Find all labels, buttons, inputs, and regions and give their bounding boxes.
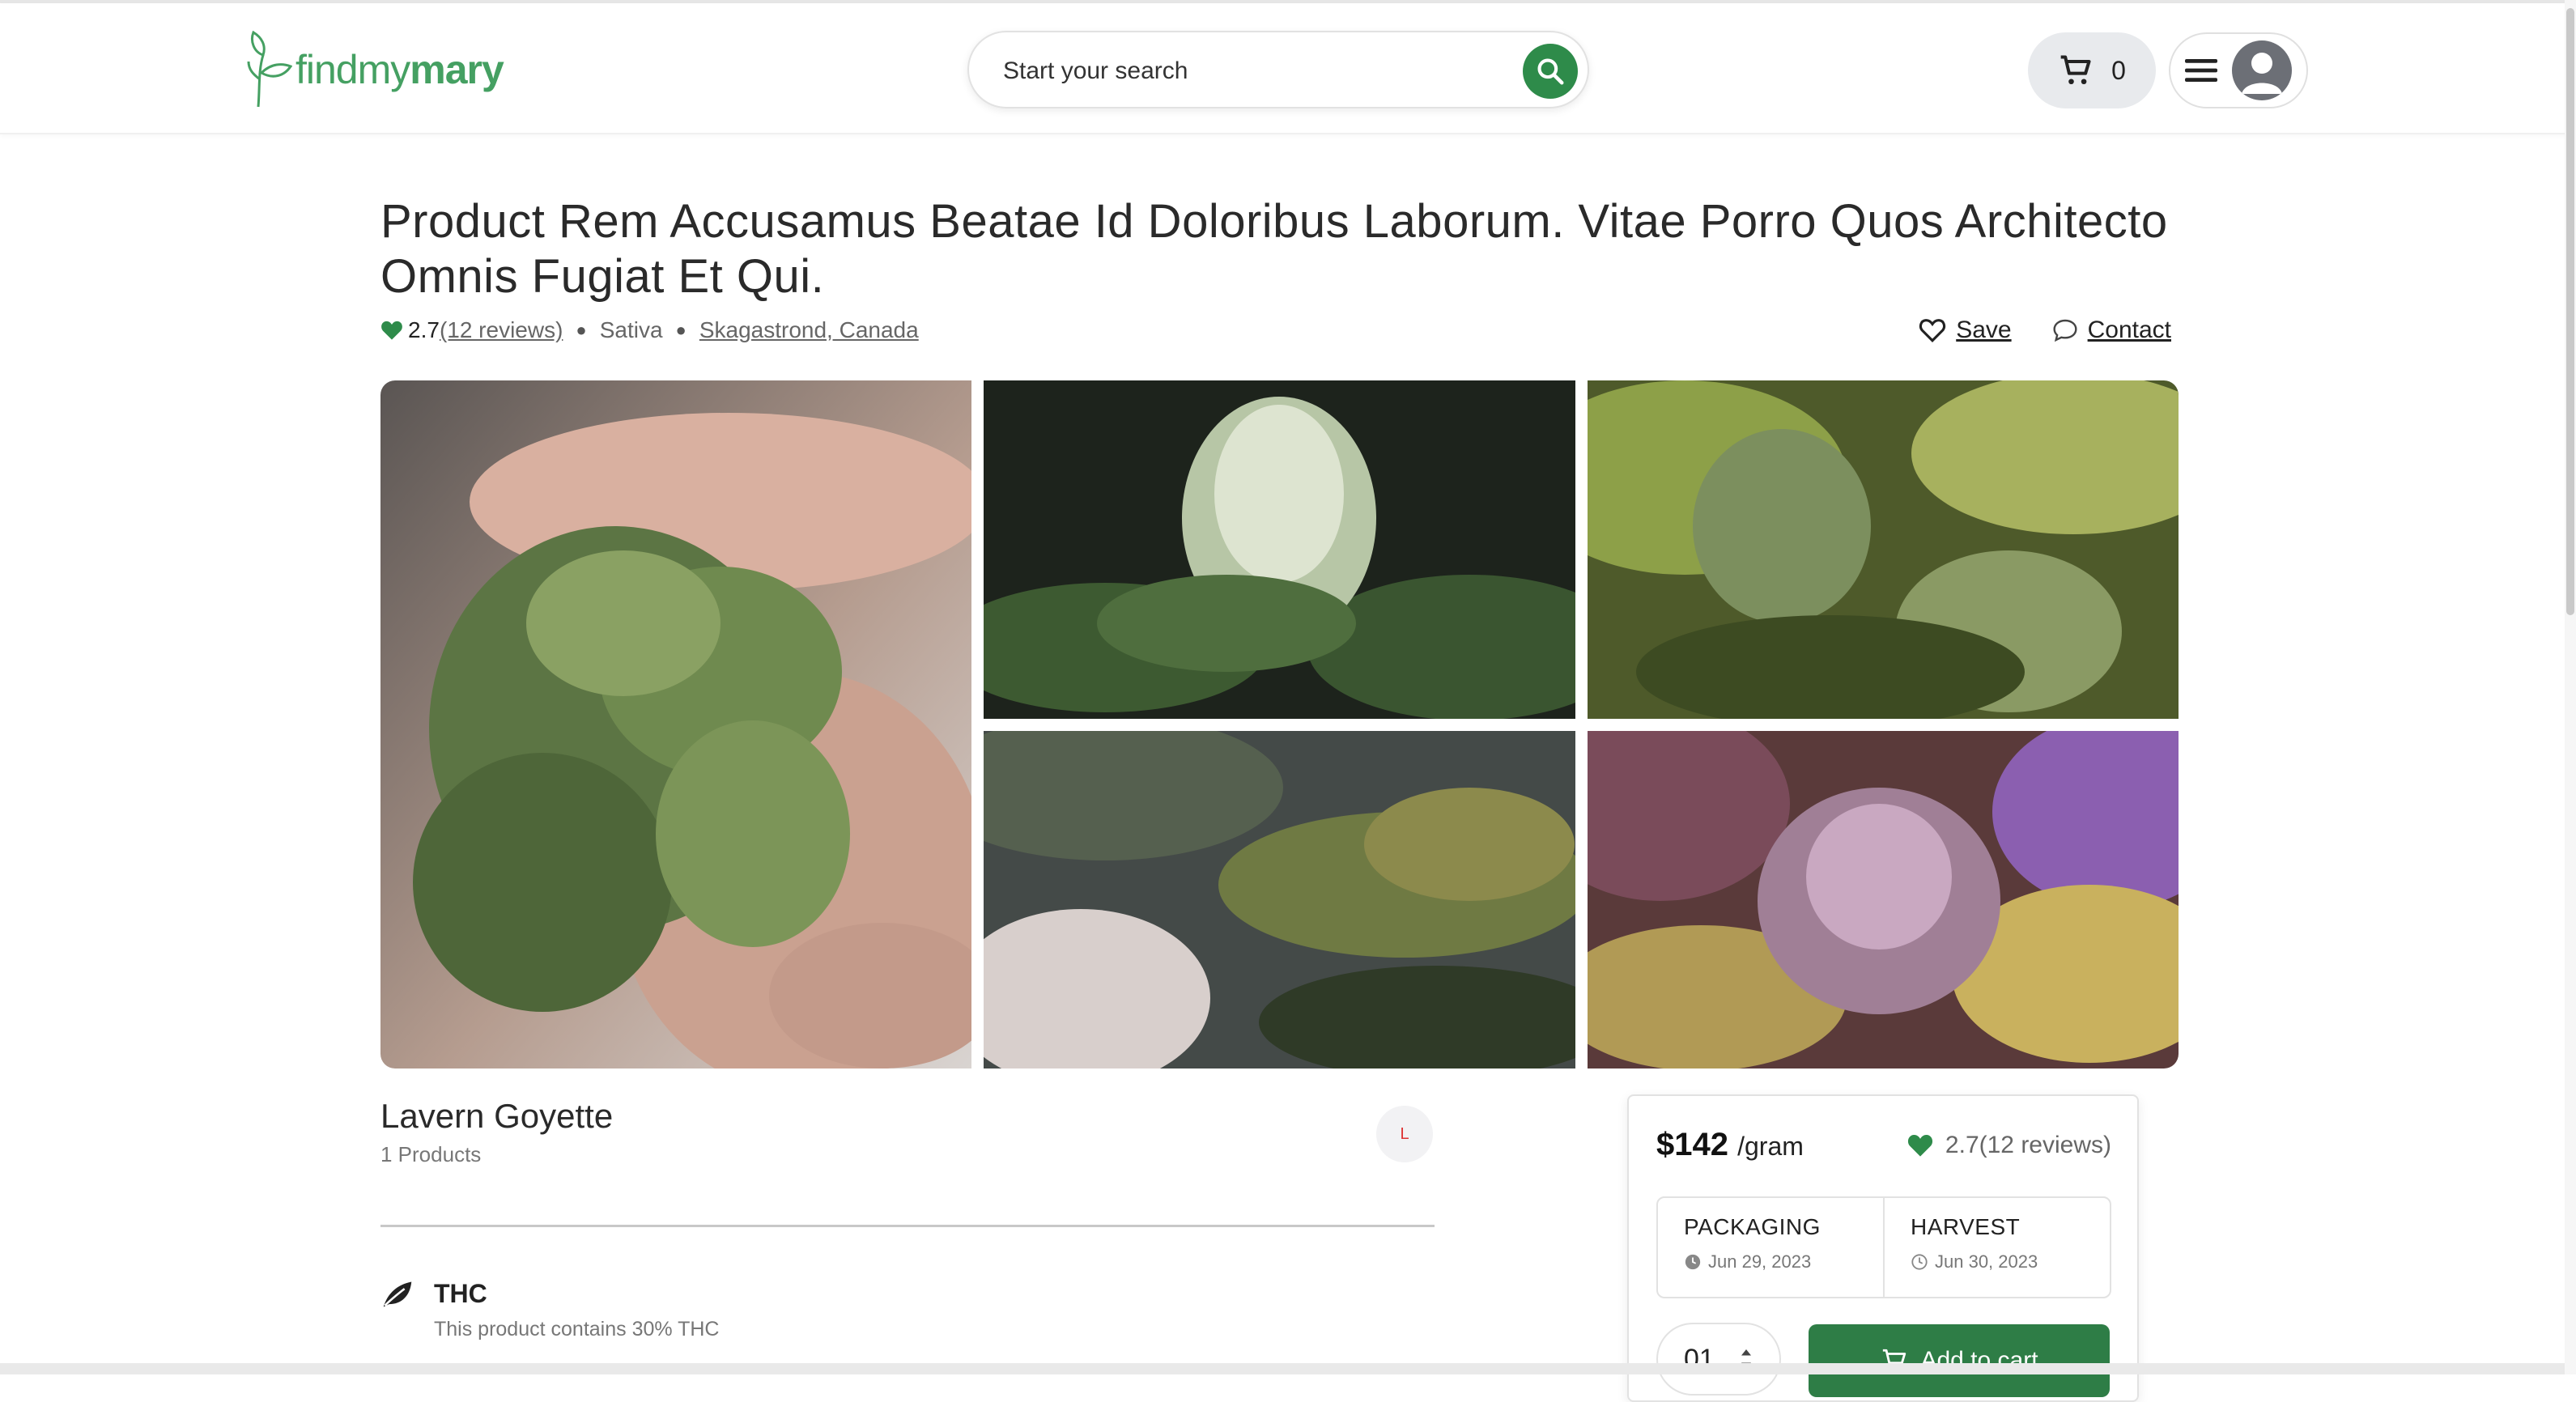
seller-avatar[interactable]: L (1376, 1106, 1433, 1162)
leaf-icon (383, 1281, 412, 1307)
price: $142 /gram (1656, 1127, 1804, 1163)
logo-text-light: findmy (295, 47, 410, 92)
separator-dot: ● (675, 320, 687, 340)
section-divider (380, 1225, 1435, 1227)
clock-icon (1685, 1254, 1701, 1270)
search-input[interactable] (1001, 49, 1490, 94)
seller-name[interactable]: Lavern Goyette (380, 1097, 613, 1136)
seller-product-count: 1 Products (380, 1142, 482, 1166)
gallery-photo-2[interactable] (984, 380, 1575, 719)
location-link[interactable]: Skagastrond, Canada (699, 317, 919, 343)
product-actions: Save Contact (1919, 314, 2171, 346)
card-rating-text: 2.7(12 reviews) (1945, 1132, 2111, 1158)
leaf-logo-icon (247, 31, 292, 108)
seller-info: Lavern Goyette 1 Products (380, 1097, 613, 1167)
heart-icon (1907, 1135, 1932, 1157)
reviews-link[interactable]: (12 reviews) (440, 317, 563, 343)
quantity-stepper[interactable]: 01 (1656, 1323, 1781, 1396)
heart-outline-icon (1919, 319, 1946, 342)
search-bar (967, 31, 1589, 108)
top-navbar: findmymary 0 (0, 3, 2576, 134)
save-label: Save (1956, 317, 2012, 343)
cart-icon (2060, 55, 2091, 85)
contact-button[interactable]: Contact (2052, 317, 2171, 344)
logo-text-bold: mary (410, 47, 504, 92)
packaging-date: Jun 29, 2023 (1684, 1251, 1883, 1272)
harvest-date: Jun 30, 2023 (1911, 1251, 2110, 1272)
add-to-cart-button[interactable]: Add to cart (1809, 1324, 2110, 1397)
contact-label: Contact (2087, 317, 2171, 343)
cart-button[interactable]: 0 (2028, 32, 2156, 108)
thc-description: This product contains 30% THC (434, 1318, 720, 1340)
search-button[interactable] (1523, 44, 1578, 99)
chat-bubble-icon (2053, 319, 2077, 342)
logo-text: findmymary (295, 46, 504, 93)
product-meta: 2.7 (12 reviews) ● Sativa ● Skagastrond,… (380, 314, 919, 346)
save-button[interactable]: Save (1919, 317, 2012, 344)
harvest-date-text: Jun 30, 2023 (1935, 1251, 2038, 1272)
price-unit: /gram (1737, 1132, 1804, 1161)
harvest-info: HARVEST Jun 30, 2023 (1883, 1198, 2110, 1297)
heart-icon (381, 321, 402, 340)
product-type: Sativa (599, 317, 663, 342)
separator-dot: ● (576, 320, 587, 340)
packaging-info: PACKAGING Jun 29, 2023 (1658, 1198, 1883, 1297)
product-title: Product Rem Accusamus Beatae Id Doloribu… (380, 195, 2168, 303)
bottom-edge (0, 1363, 2576, 1374)
packaging-date-text: Jun 29, 2023 (1708, 1251, 1812, 1272)
harvest-label: HARVEST (1911, 1214, 2021, 1239)
hamburger-icon (2185, 59, 2217, 82)
gallery-photo-3[interactable] (1588, 380, 2179, 719)
scrollbar-thumb[interactable] (2566, 8, 2574, 615)
thc-title: THC (434, 1279, 487, 1308)
price-value: $142 (1656, 1127, 1728, 1162)
gallery-photo-5[interactable] (1588, 731, 2179, 1068)
user-avatar-icon (2232, 40, 2292, 100)
clock-outline-icon (1911, 1254, 1928, 1270)
product-gallery (380, 380, 2179, 1068)
site-logo[interactable]: findmymary (247, 29, 504, 110)
packaging-label: PACKAGING (1684, 1214, 1821, 1239)
product-rating: 2.7 (408, 317, 440, 342)
purchase-card: $142 /gram 2.7(12 reviews) PACKAGING Jun… (1627, 1094, 2139, 1402)
user-menu-button[interactable] (2169, 32, 2308, 108)
cart-count: 0 (2111, 55, 2126, 85)
date-info: PACKAGING Jun 29, 2023 HARVEST Jun 30, 2… (1656, 1196, 2111, 1298)
card-rating: 2.7(12 reviews) (1906, 1132, 2111, 1159)
search-icon (1537, 58, 1564, 85)
gallery-photo-4[interactable] (984, 731, 1575, 1068)
gallery-photo-main[interactable] (380, 380, 971, 1068)
